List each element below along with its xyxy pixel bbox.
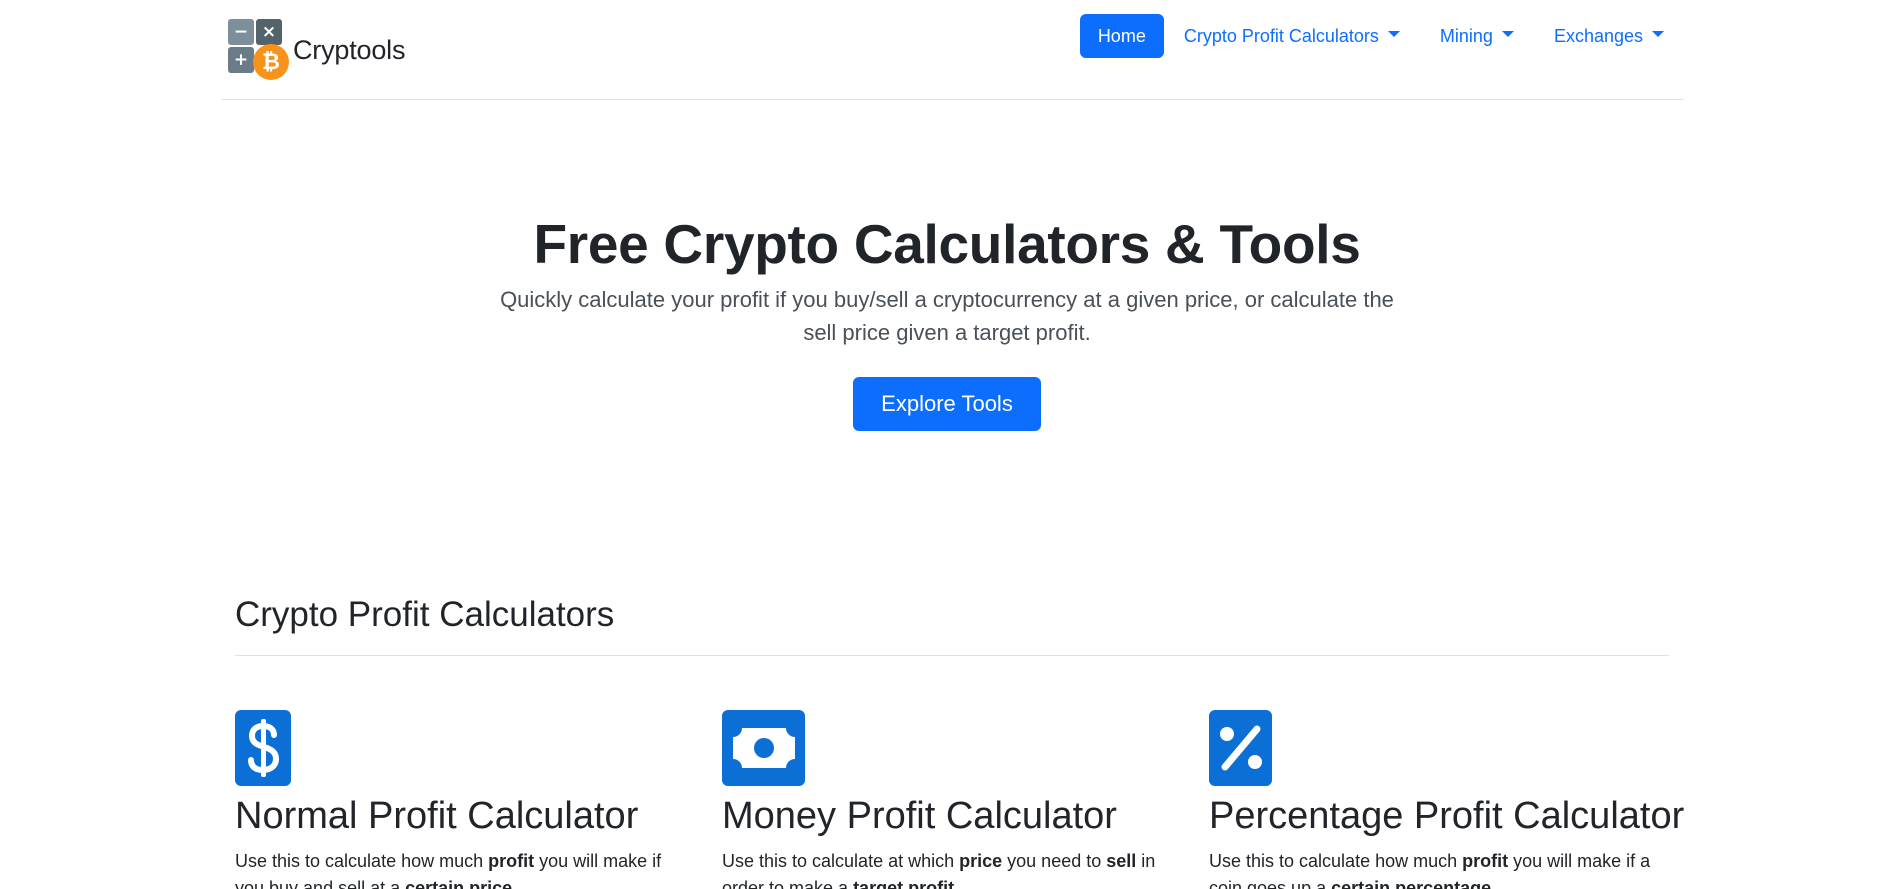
desc-emphasis: certain percentage: [1331, 878, 1492, 889]
hero-lead: Quickly calculate your profit if you buy…: [500, 287, 1394, 345]
nav-crypto-profit-calculators-dropdown[interactable]: Crypto Profit Calculators: [1164, 14, 1420, 58]
main-nav: Home Crypto Profit Calculators Mining Ex…: [1079, 14, 1684, 58]
section-divider: [235, 655, 1669, 656]
navbar: − × + ₿ Cryptools Home Crypto Profit Cal…: [222, 0, 1684, 100]
nav-mining-label: Mining: [1439, 25, 1493, 46]
card-title: Normal Profit Calculator: [235, 795, 639, 837]
section-title: Crypto Profit Calculators: [235, 595, 615, 634]
desc-text: Use this to calculate how much: [235, 851, 489, 871]
desc-emphasis: price: [959, 851, 1003, 871]
caret-down-icon: [1501, 31, 1514, 37]
hero: Free Crypto Calculators & Tools Quickly …: [0, 205, 1894, 431]
desc-text: you need to: [1002, 851, 1107, 871]
desc-text: Use this to calculate how much: [1209, 851, 1463, 871]
brand-link[interactable]: − × + ₿ Cryptools: [228, 19, 405, 81]
normal-profit-calculator-card[interactable]: Normal Profit Calculator Use this to cal…: [235, 710, 685, 889]
card-title: Percentage Profit Calculator: [1209, 795, 1685, 837]
desc-emphasis: profit: [1462, 851, 1509, 871]
desc-text: .: [512, 878, 518, 889]
desc-text: Use this to calculate at which: [722, 851, 960, 871]
desc-emphasis: certain price: [405, 878, 513, 889]
nav-exchanges-label: Exchanges: [1553, 25, 1643, 46]
nav-home[interactable]: Home: [1079, 14, 1164, 58]
caret-down-icon: [1652, 31, 1664, 37]
card-description: Use this to calculate at which price you…: [722, 848, 1172, 889]
hero-title: Free Crypto Calculators & Tools: [533, 213, 1361, 275]
brand-name: Cryptools: [293, 34, 406, 65]
money-profit-calculator-card[interactable]: Money Profit Calculator Use this to calc…: [722, 710, 1172, 889]
times-icon: ×: [256, 19, 282, 45]
desc-emphasis: profit: [488, 851, 535, 871]
percent-icon: [1209, 710, 1272, 786]
percentage-profit-calculator-card[interactable]: Percentage Profit Calculator Use this to…: [1209, 710, 1685, 889]
card-description: Use this to calculate how much profit yo…: [1209, 848, 1659, 889]
dollar-icon: [235, 710, 291, 786]
money-bill-icon: [722, 710, 805, 786]
card-description: Use this to calculate how much profit yo…: [235, 848, 685, 889]
crypto-profit-calculators-section: Crypto Profit Calculators Normal Profit …: [235, 590, 1684, 889]
minus-icon: −: [228, 19, 254, 45]
desc-emphasis: target profit: [853, 878, 955, 889]
desc-text: .: [1491, 878, 1497, 889]
nav-exchanges-dropdown[interactable]: Exchanges: [1534, 14, 1684, 58]
desc-emphasis: sell: [1106, 851, 1137, 871]
caret-down-icon: [1387, 31, 1400, 37]
plus-icon: +: [228, 47, 254, 73]
calculator-bitcoin-logo-icon: − × + ₿: [228, 19, 290, 81]
card-title: Money Profit Calculator: [722, 795, 1117, 837]
nav-crypto-profit-calculators-label: Crypto Profit Calculators: [1183, 25, 1379, 46]
explore-tools-button[interactable]: Explore Tools: [853, 377, 1041, 431]
nav-mining-dropdown[interactable]: Mining: [1420, 14, 1534, 58]
page: − × + ₿ Cryptools Home Crypto Profit Cal…: [0, 0, 1894, 889]
nav-home-label: Home: [1097, 25, 1146, 46]
bitcoin-icon: ₿: [253, 44, 289, 80]
desc-text: .: [954, 878, 960, 889]
